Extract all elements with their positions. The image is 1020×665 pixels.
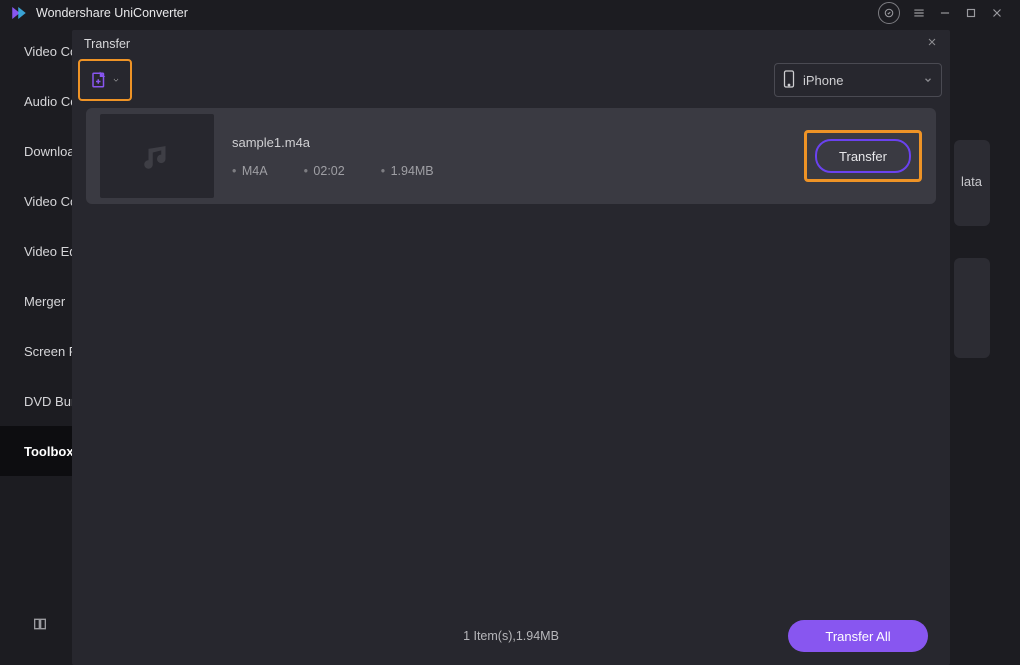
transfer-modal: Transfer iPhone (72, 30, 950, 665)
background-card (954, 258, 990, 358)
chevron-down-icon (112, 71, 120, 89)
user-avatar-icon[interactable] (878, 2, 900, 24)
file-thumbnail (100, 114, 214, 198)
chevron-down-icon (923, 73, 933, 88)
menu-icon[interactable] (906, 0, 932, 26)
modal-title: Transfer (84, 37, 130, 51)
file-meta: sample1.m4a M4A 02:02 1.94MB (232, 135, 786, 178)
sidebar-item-label: Toolbox (24, 444, 74, 459)
minimize-icon[interactable] (932, 0, 958, 26)
transfer-button[interactable]: Transfer (815, 139, 911, 173)
close-icon[interactable] (984, 0, 1010, 26)
add-file-button[interactable] (78, 59, 132, 101)
file-list: sample1.m4a M4A 02:02 1.94MB Transfer (72, 100, 950, 607)
modal-close-icon[interactable] (926, 35, 938, 53)
maximize-icon[interactable] (958, 0, 984, 26)
transfer-all-button[interactable]: Transfer All (788, 620, 928, 652)
device-label: iPhone (803, 73, 843, 88)
modal-footer: 1 Item(s),1.94MB Transfer All (72, 607, 950, 665)
file-size: 1.94MB (381, 164, 434, 178)
footer-summary: 1 Item(s),1.94MB (463, 629, 559, 643)
transfer-button-label: Transfer (839, 149, 887, 164)
app-logo-icon (10, 4, 28, 22)
file-format: M4A (232, 164, 268, 178)
file-duration: 02:02 (304, 164, 345, 178)
transfer-button-highlight: Transfer (804, 130, 922, 182)
modal-toolbar: iPhone (72, 60, 950, 100)
app-window: Wondershare UniConverter Video Converter… (0, 0, 1020, 665)
modal-header: Transfer (72, 30, 950, 58)
background-card-text: lata (961, 174, 982, 189)
file-details: M4A 02:02 1.94MB (232, 164, 786, 178)
sidebar-item-label: Merger (24, 294, 65, 309)
background-card: lata (954, 140, 990, 226)
phone-icon (783, 70, 795, 91)
file-row: sample1.m4a M4A 02:02 1.94MB Transfer (86, 108, 936, 204)
app-title: Wondershare UniConverter (36, 6, 188, 20)
device-select[interactable]: iPhone (774, 63, 942, 97)
transfer-all-label: Transfer All (825, 629, 890, 644)
titlebar: Wondershare UniConverter (0, 0, 1020, 26)
file-name: sample1.m4a (232, 135, 786, 150)
bookmark-icon[interactable] (32, 616, 48, 637)
